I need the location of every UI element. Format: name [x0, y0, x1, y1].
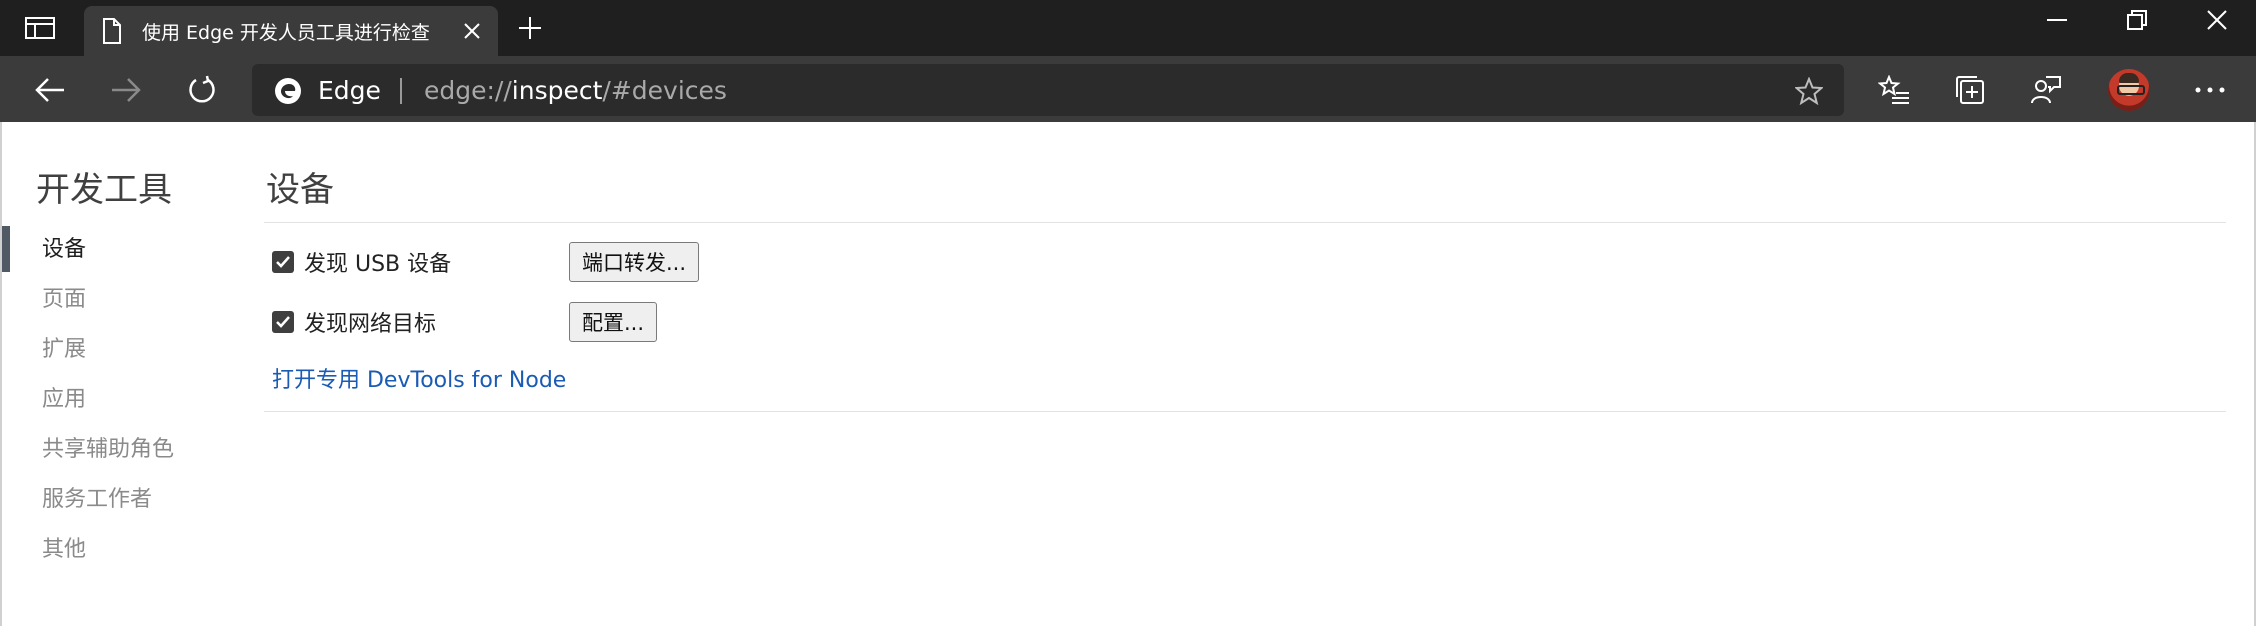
toolbar: Edge edge://inspect/#devices	[0, 56, 2256, 122]
page-content: 开发工具 设备 页面 扩展 应用 共享辅助角色 服务工作者 其他 设备 发现 U…	[0, 122, 2256, 626]
window-close-button[interactable]	[2178, 0, 2256, 40]
tab-actions-icon	[25, 17, 55, 39]
url-text[interactable]: edge://inspect/#devices	[424, 76, 727, 105]
sidebar-item-pages[interactable]: 页面	[2, 272, 242, 322]
sidebar-item-apps[interactable]: 应用	[2, 372, 242, 422]
page-title: 设备	[266, 170, 334, 210]
close-icon	[2207, 10, 2227, 30]
tab-close-button[interactable]	[460, 19, 484, 43]
close-icon	[464, 23, 480, 39]
plus-icon	[519, 17, 541, 39]
discover-usb-row: 发现 USB 设备	[272, 242, 451, 282]
address-bar[interactable]: Edge edge://inspect/#devices	[252, 64, 1844, 116]
sidebar: 开发工具 设备 页面 扩展 应用 共享辅助角色 服务工作者 其他	[2, 122, 242, 626]
sidebar-title: 开发工具	[36, 170, 172, 210]
url-host: inspect	[511, 76, 603, 105]
discover-network-label: 发现网络目标	[304, 312, 437, 337]
star-icon	[1795, 77, 1823, 105]
collections-icon	[1956, 76, 1984, 104]
favorite-button[interactable]	[1794, 76, 1824, 106]
refresh-button[interactable]	[180, 68, 224, 112]
minimize-icon	[2047, 19, 2067, 21]
tab-title: 使用 Edge 开发人员工具进行检查	[142, 21, 430, 44]
discover-usb-checkbox[interactable]	[272, 251, 294, 273]
profile-avatar[interactable]	[2108, 69, 2150, 111]
feedback-icon	[2031, 76, 2061, 104]
title-divider	[264, 222, 2226, 223]
edge-logo-icon	[275, 78, 301, 104]
open-node-devtools-link[interactable]: 打开专用 DevTools for Node	[272, 362, 566, 394]
restore-button[interactable]	[2098, 0, 2176, 40]
back-button[interactable]	[28, 68, 72, 112]
more-icon	[2195, 87, 2225, 93]
url-path: /#devices	[602, 76, 727, 105]
sidebar-item-service-workers[interactable]: 服务工作者	[2, 472, 242, 522]
tab-actions-button[interactable]	[0, 0, 80, 56]
new-tab-button[interactable]	[512, 10, 548, 46]
favorites-button[interactable]	[1872, 68, 1916, 112]
checkmark-icon	[276, 256, 290, 268]
settings-more-button[interactable]	[2188, 68, 2232, 112]
discover-network-checkbox[interactable]	[272, 311, 294, 333]
sidebar-item-other[interactable]: 其他	[2, 522, 242, 572]
forward-button[interactable]	[104, 68, 148, 112]
favorites-list-icon	[1878, 75, 1909, 104]
active-tab[interactable]: 使用 Edge 开发人员工具进行检查	[84, 6, 498, 56]
discover-usb-label: 发现 USB 设备	[304, 252, 452, 277]
collections-button[interactable]	[1948, 68, 1992, 112]
configure-button[interactable]: 配置...	[569, 302, 658, 342]
minimize-button[interactable]	[2018, 0, 2096, 40]
sidebar-item-extensions[interactable]: 扩展	[2, 322, 242, 372]
refresh-icon	[189, 75, 215, 103]
forward-arrow-icon	[112, 78, 141, 102]
discover-network-row: 发现网络目标	[272, 302, 436, 342]
sidebar-item-devices[interactable]: 设备	[2, 222, 242, 272]
url-scheme: edge://	[424, 76, 512, 105]
checkmark-icon	[276, 316, 290, 328]
address-separator	[400, 78, 402, 104]
page-icon	[103, 18, 121, 44]
site-identity-label: Edge	[318, 76, 381, 105]
feedback-button[interactable]	[2024, 68, 2068, 112]
section-divider	[264, 411, 2226, 412]
title-bar: 使用 Edge 开发人员工具进行检查	[0, 0, 2256, 56]
port-forwarding-button[interactable]: 端口转发...	[569, 242, 700, 282]
back-arrow-icon	[35, 78, 64, 102]
restore-icon	[2127, 10, 2147, 30]
sidebar-item-shared-workers[interactable]: 共享辅助角色	[2, 422, 242, 472]
sidebar-nav: 设备 页面 扩展 应用 共享辅助角色 服务工作者 其他	[2, 222, 242, 572]
